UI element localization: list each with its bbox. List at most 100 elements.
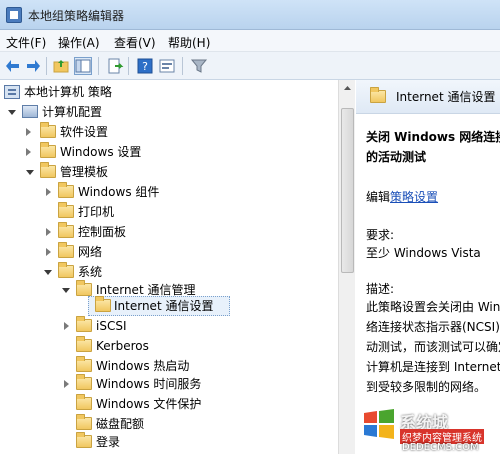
scrollbar-thumb[interactable]: [341, 108, 354, 273]
toolbar-separator: [46, 57, 47, 75]
tree-item-label: 网络: [78, 245, 103, 259]
policy-tree-pane: 本地计算机 策略 计算机配置 软件设置 Windows 设置 管理模板 Wind…: [0, 80, 355, 454]
details-header: Internet 通信设置: [356, 80, 500, 114]
tree-item-label: Windows 设置: [60, 145, 142, 159]
tree-item-windows-file-protection[interactable]: Windows 文件保护: [0, 394, 330, 414]
policy-title-line1: 关闭 Windows 网络连接: [366, 130, 500, 144]
tree-item-network[interactable]: 网络: [0, 242, 330, 262]
policy-icon: [4, 85, 20, 99]
expand-arrow-icon[interactable]: [46, 188, 51, 196]
back-icon[interactable]: [4, 57, 22, 75]
watermark-line2: DEDECMS.COM: [402, 442, 479, 453]
computer-icon: [22, 105, 38, 118]
toolbar-separator: [182, 57, 183, 75]
folder-icon: [40, 162, 56, 178]
tree-scrollbar[interactable]: [338, 80, 355, 454]
tree-item-label: Kerberos: [96, 339, 149, 353]
tree-item-local-computer-policy[interactable]: 本地计算机 策略: [0, 82, 330, 102]
show-hide-tree-icon[interactable]: [74, 57, 92, 75]
group-policy-app-icon: [6, 7, 22, 23]
properties-icon[interactable]: [158, 57, 176, 75]
tree-item-label: iSCSI: [96, 319, 127, 333]
tree-item-label: 系统: [78, 265, 103, 279]
expand-arrow-icon[interactable]: [64, 322, 69, 330]
folder-icon: [58, 262, 74, 278]
tree-item-disk-quota[interactable]: 磁盘配额: [0, 414, 330, 434]
description-label: 描述:: [366, 282, 395, 296]
tree-item-admin-templates[interactable]: 管理模板: [0, 162, 330, 182]
tree-item-system[interactable]: 系统: [0, 262, 330, 282]
tree-item-label: 软件设置: [60, 125, 109, 139]
watermark: 系统城 织梦内容管理系统 DEDECMS.COM: [360, 405, 500, 454]
requirements-value: 至少 Windows Vista: [366, 246, 481, 260]
tree-item-computer-config[interactable]: 计算机配置: [0, 102, 330, 122]
folder-icon: [40, 122, 56, 138]
tree-item-kerberos[interactable]: Kerberos: [0, 336, 330, 356]
tree-item-control-panel[interactable]: 控制面板: [0, 222, 330, 242]
tree-item-label: Windows 时间服务: [96, 377, 202, 391]
tree-item-label: 登录: [96, 435, 121, 449]
tree-item-iscsi[interactable]: iSCSI: [0, 316, 330, 336]
expand-arrow-icon[interactable]: [64, 380, 69, 388]
export-list-icon[interactable]: [106, 57, 124, 75]
tree-item-software-settings[interactable]: 软件设置: [0, 122, 330, 142]
menu-bar: 文件(F) 操作(A) 查看(V) 帮助(H): [0, 30, 500, 52]
folder-icon: [76, 414, 92, 430]
folder-icon: [76, 336, 92, 352]
expand-arrow-icon[interactable]: [26, 128, 31, 136]
folder-icon: [58, 202, 74, 218]
folder-icon: [76, 432, 92, 448]
edit-policy-line: 编辑策略设置: [366, 188, 438, 205]
tree-item-logon[interactable]: 登录: [0, 432, 330, 452]
tree-item-label: 管理模板: [60, 165, 109, 179]
menu-view[interactable]: 查看(V): [114, 34, 156, 51]
folder-icon: [58, 182, 74, 198]
tree-item-label: Windows 文件保护: [96, 397, 202, 411]
folder-icon: [58, 242, 74, 258]
tree-item-label: Windows 热启动: [96, 359, 190, 373]
svg-text:?: ?: [142, 60, 148, 73]
folder-icon: [76, 394, 92, 410]
filter-icon[interactable]: [190, 57, 208, 75]
tree-item-windows-components[interactable]: Windows 组件: [0, 182, 330, 202]
tree-item-internet-comm-settings[interactable]: Internet 通信设置: [0, 296, 330, 316]
expand-arrow-icon[interactable]: [26, 148, 31, 156]
expand-arrow-icon[interactable]: [8, 110, 16, 115]
window-title: 本地组策略编辑器: [28, 9, 125, 23]
scroll-up-arrow-icon[interactable]: [341, 82, 354, 95]
folder-icon: [76, 280, 92, 296]
forward-icon[interactable]: [24, 57, 42, 75]
description-line: 到受较多限制的网络。: [366, 380, 487, 394]
menu-help[interactable]: 帮助(H): [168, 34, 210, 51]
expand-arrow-icon[interactable]: [62, 288, 70, 293]
up-folder-icon[interactable]: [52, 57, 70, 75]
description-line: 动测试，而该测试可以确定: [366, 340, 500, 354]
description-line: 此策略设置会关闭由 Wind: [366, 300, 500, 314]
folder-icon: [40, 142, 56, 158]
details-header-title: Internet 通信设置: [396, 90, 496, 104]
windows-logo-icon: [364, 409, 394, 439]
description-line: 络连接状态指示器(NCSI)打: [366, 320, 500, 334]
tree-item-label: Windows 组件: [78, 185, 160, 199]
edit-policy-settings-link[interactable]: 策略设置: [390, 190, 438, 204]
toolbar-separator: [128, 57, 129, 75]
tree-item-windows-hot-start[interactable]: Windows 热启动: [0, 356, 330, 376]
toolbar-separator: [98, 57, 99, 75]
tree-item-windows-time-service[interactable]: Windows 时间服务: [0, 374, 330, 394]
description-line: 计算机是连接到 Internet: [366, 360, 500, 374]
folder-icon: [58, 222, 74, 238]
expand-arrow-icon[interactable]: [46, 248, 51, 256]
folder-icon: [370, 87, 386, 103]
tree-item-windows-settings[interactable]: Windows 设置: [0, 142, 330, 162]
tree-item-printers[interactable]: 打印机: [0, 202, 330, 222]
menu-action[interactable]: 操作(A): [58, 34, 100, 51]
menu-file[interactable]: 文件(F): [6, 34, 46, 51]
expand-arrow-icon[interactable]: [44, 270, 52, 275]
expand-arrow-icon[interactable]: [26, 170, 34, 175]
tree-item-label: 本地计算机 策略: [24, 85, 112, 99]
help-icon[interactable]: ?: [136, 57, 154, 75]
expand-arrow-icon[interactable]: [46, 228, 51, 236]
folder-icon: [76, 356, 92, 372]
tree-item-label: 磁盘配额: [96, 417, 145, 431]
tree-item-label: 控制面板: [78, 225, 127, 239]
